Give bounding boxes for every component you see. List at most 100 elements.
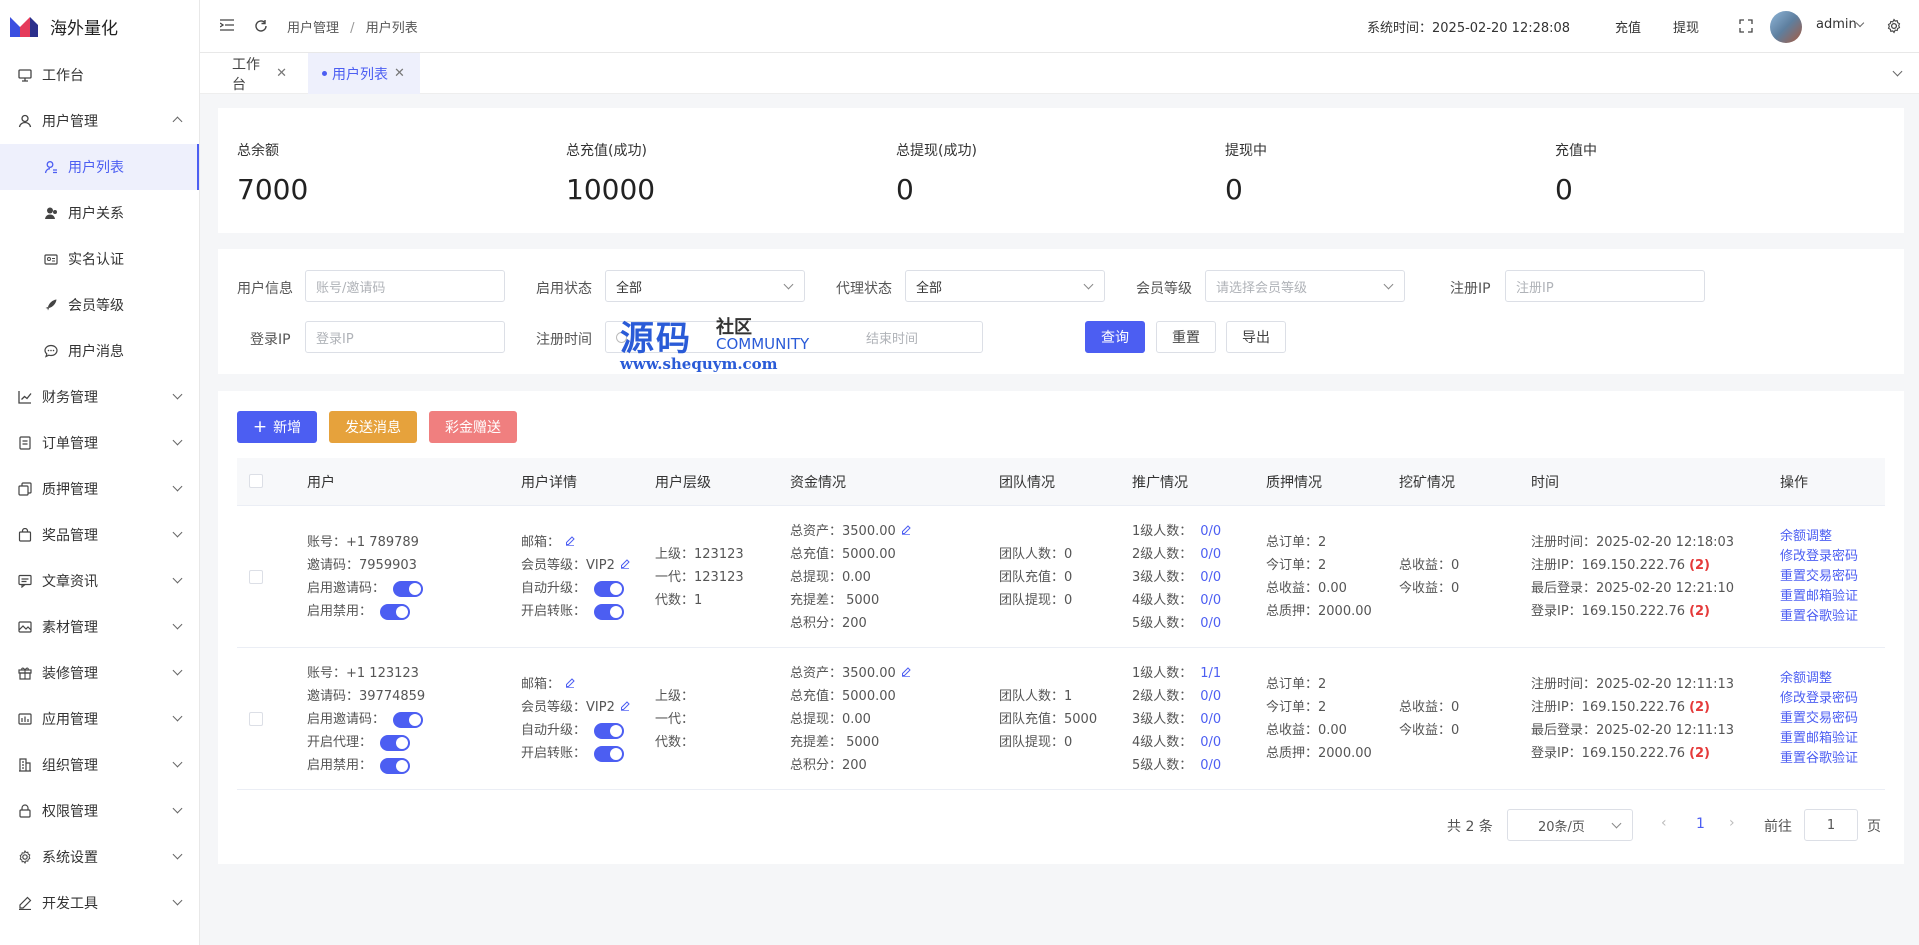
row-checkbox[interactable] <box>249 570 263 584</box>
bag-icon <box>18 528 32 542</box>
close-icon[interactable]: ✕ <box>276 66 287 81</box>
cell-line: 登录IP：169.150.222.76 (2) <box>1531 600 1734 623</box>
cell-text: 上级： <box>655 689 695 704</box>
cell-line: 团队充值：5000 <box>999 708 1097 731</box>
sidebar-item-10[interactable]: 奖品管理 <box>0 512 199 558</box>
toggle-switch[interactable] <box>380 757 411 774</box>
edit-icon[interactable] <box>615 554 630 577</box>
agent-status-select[interactable]: 全部 <box>905 270 1105 302</box>
page-size-select[interactable]: 20条/页 <box>1507 809 1633 841</box>
cell-line: 启用邀请码： <box>307 577 424 600</box>
promo-count[interactable]: 0/0 <box>1200 543 1221 566</box>
operation-link[interactable]: 重置谷歌验证 <box>1780 749 1858 769</box>
ip-count-badge: (2) <box>1689 604 1710 619</box>
username[interactable]: admin <box>1816 17 1857 32</box>
toggle-switch[interactable] <box>393 580 424 597</box>
sidebar-item-6[interactable]: 用户消息 <box>0 328 199 374</box>
breadcrumb-item[interactable]: 用户管理 <box>287 21 339 36</box>
recharge-link[interactable]: 充值 <box>1615 17 1641 36</box>
user-info-input[interactable]: 账号/邀请码 <box>305 270 505 302</box>
chevron-down-icon[interactable] <box>1855 18 1865 28</box>
operation-link[interactable]: 重置交易密码 <box>1780 709 1858 729</box>
promo-count[interactable]: 0/0 <box>1200 520 1221 543</box>
toggle-switch[interactable] <box>594 603 625 620</box>
sidebar-item-1[interactable]: 用户管理 <box>0 98 199 144</box>
prev-page-icon[interactable]: ‹ <box>1661 815 1667 831</box>
promo-count[interactable]: 0/0 <box>1200 708 1221 731</box>
edit-icon[interactable] <box>560 673 575 696</box>
current-page[interactable]: 1 <box>1696 816 1705 832</box>
reg-ip-input[interactable]: 注册IP <box>1505 270 1705 302</box>
edit-icon[interactable] <box>615 696 630 719</box>
send-message-button[interactable]: 发送消息 <box>329 411 417 443</box>
operation-link[interactable]: 修改登录密码 <box>1780 547 1858 567</box>
edit-icon[interactable] <box>896 520 911 543</box>
tab-workbench[interactable]: 工作台 ✕ <box>214 53 287 94</box>
promo-count[interactable]: 1/1 <box>1200 662 1221 685</box>
sidebar-item-7[interactable]: 财务管理 <box>0 374 199 420</box>
sidebar-item-5[interactable]: 会员等级 <box>0 282 199 328</box>
withdraw-link[interactable]: 提现 <box>1673 17 1699 36</box>
sidebar-item-15[interactable]: 组织管理 <box>0 742 199 788</box>
cell-text: 总订单：2 <box>1266 535 1327 550</box>
toggle-switch[interactable] <box>380 603 411 620</box>
gift-bonus-button[interactable]: 彩金赠送 <box>429 411 517 443</box>
query-button[interactable]: 查询 <box>1085 321 1145 353</box>
ip-count-badge: (2) <box>1689 558 1710 573</box>
menu-fold-icon[interactable] <box>219 19 234 31</box>
operation-link[interactable]: 余额调整 <box>1780 527 1858 547</box>
operation-link[interactable]: 重置邮箱验证 <box>1780 587 1858 607</box>
app-logo[interactable]: 海外量化 <box>0 0 199 52</box>
close-icon[interactable]: ✕ <box>394 66 405 81</box>
toggle-switch[interactable] <box>594 722 625 739</box>
promo-count[interactable]: 0/0 <box>1200 754 1221 777</box>
tabs-dropdown-icon[interactable] <box>1892 66 1903 77</box>
operation-link[interactable]: 重置邮箱验证 <box>1780 729 1858 749</box>
sidebar-item-18[interactable]: 开发工具 <box>0 880 199 926</box>
sidebar-item-9[interactable]: 质押管理 <box>0 466 199 512</box>
toggle-switch[interactable] <box>594 580 625 597</box>
sidebar-item-8[interactable]: 订单管理 <box>0 420 199 466</box>
next-page-icon[interactable]: › <box>1729 815 1735 831</box>
cell-line: 总充值：5000.00 <box>790 543 911 566</box>
sidebar-item-3[interactable]: 用户关系 <box>0 190 199 236</box>
export-button[interactable]: 导出 <box>1226 321 1286 353</box>
avatar[interactable] <box>1770 11 1802 43</box>
toggle-switch[interactable] <box>393 711 424 728</box>
login-ip-input[interactable]: 登录IP <box>305 321 505 353</box>
row-checkbox[interactable] <box>249 712 263 726</box>
operation-link[interactable]: 修改登录密码 <box>1780 689 1858 709</box>
operation-link[interactable]: 余额调整 <box>1780 669 1858 689</box>
reset-button[interactable]: 重置 <box>1156 321 1216 353</box>
select-all-checkbox[interactable] <box>249 474 263 488</box>
cell-text: 开启转账： <box>521 604 587 619</box>
sidebar-item-0[interactable]: 工作台 <box>0 52 199 98</box>
goto-page-input[interactable]: 1 <box>1804 809 1858 841</box>
toggle-switch[interactable] <box>380 734 411 751</box>
sidebar-item-11[interactable]: 文章资讯 <box>0 558 199 604</box>
sidebar-item-4[interactable]: 实名认证 <box>0 236 199 282</box>
toggle-switch[interactable] <box>594 745 625 762</box>
sidebar-item-2[interactable]: 用户列表 <box>0 144 199 190</box>
promo-count[interactable]: 0/0 <box>1200 731 1221 754</box>
edit-icon[interactable] <box>560 531 575 554</box>
enable-status-select[interactable]: 全部 <box>605 270 805 302</box>
sidebar-item-12[interactable]: 素材管理 <box>0 604 199 650</box>
sidebar-item-14[interactable]: 应用管理 <box>0 696 199 742</box>
sidebar-item-17[interactable]: 系统设置 <box>0 834 199 880</box>
operation-link[interactable]: 重置谷歌验证 <box>1780 607 1858 627</box>
promo-count[interactable]: 0/0 <box>1200 612 1221 635</box>
edit-icon[interactable] <box>896 662 911 685</box>
tab-user-list[interactable]: 用户列表 ✕ <box>308 53 420 94</box>
promo-count[interactable]: 0/0 <box>1200 685 1221 708</box>
settings-gear-icon[interactable] <box>1886 18 1902 34</box>
operation-link[interactable]: 重置交易密码 <box>1780 567 1858 587</box>
sidebar-item-13[interactable]: 装修管理 <box>0 650 199 696</box>
promo-count[interactable]: 0/0 <box>1200 589 1221 612</box>
fullscreen-icon[interactable] <box>1739 19 1753 33</box>
sidebar-item-16[interactable]: 权限管理 <box>0 788 199 834</box>
promo-count[interactable]: 0/0 <box>1200 566 1221 589</box>
member-level-select[interactable]: 请选择会员等级 <box>1205 270 1405 302</box>
add-button[interactable]: + 新增 <box>237 411 317 443</box>
refresh-icon[interactable] <box>254 19 268 33</box>
